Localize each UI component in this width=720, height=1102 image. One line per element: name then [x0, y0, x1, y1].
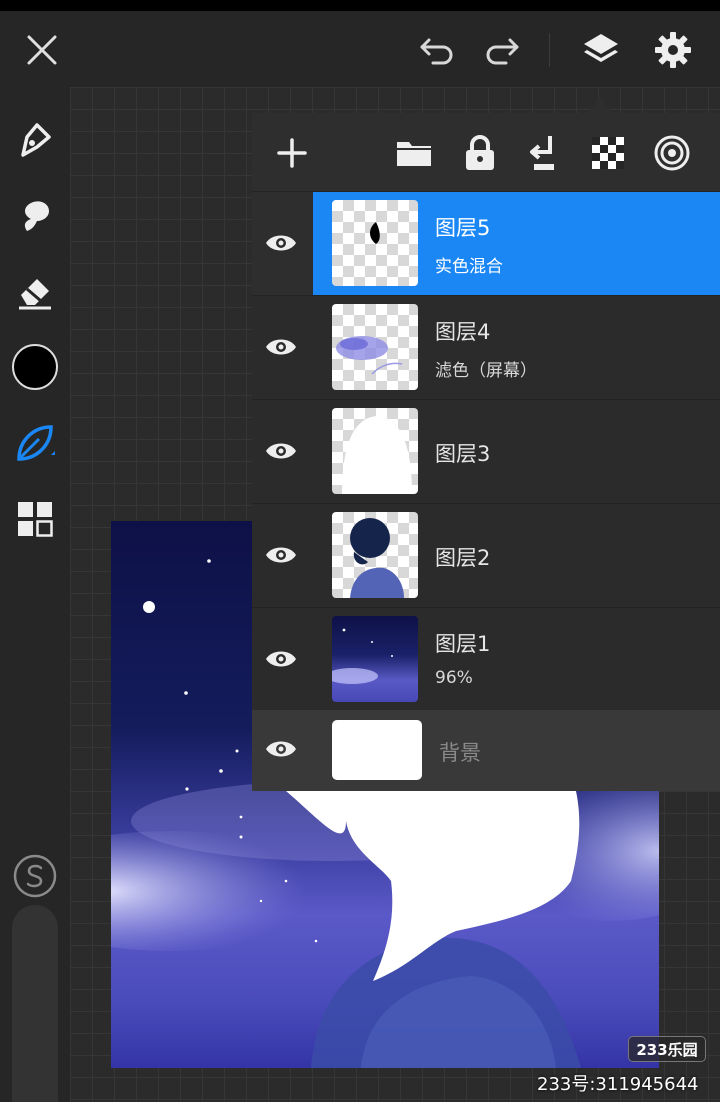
- s-icon[interactable]: [12, 853, 58, 899]
- layer-row-background[interactable]: 背景: [252, 710, 720, 791]
- top-bar: [0, 11, 720, 87]
- layer-name: 图层1: [435, 632, 491, 656]
- layer-name: 背景: [439, 741, 481, 765]
- gear-icon[interactable]: [652, 29, 694, 71]
- toolbar-divider: [549, 33, 550, 67]
- layer-name: 图层3: [435, 442, 491, 466]
- watermark-badge: 233乐园: [628, 1036, 706, 1062]
- layer-row-1[interactable]: 图层1 96%: [252, 607, 720, 711]
- pen-icon[interactable]: [12, 116, 58, 162]
- layer-opacity: 96%: [435, 668, 473, 688]
- layer-row-4[interactable]: 图层4 滤色（屏幕）: [252, 295, 720, 399]
- eye-icon[interactable]: [264, 228, 298, 258]
- lock-icon[interactable]: [458, 131, 502, 175]
- eye-icon[interactable]: [264, 332, 298, 362]
- watermark-id: 233号:311945644: [537, 1074, 699, 1095]
- smudge-icon[interactable]: [12, 192, 58, 238]
- layer-name: 图层5: [435, 216, 491, 240]
- leaf-brush-icon[interactable]: [12, 420, 58, 466]
- undo-icon[interactable]: [416, 29, 458, 71]
- background-thumbnail: [332, 720, 422, 780]
- layer-row-2[interactable]: 图层2: [252, 503, 720, 607]
- panel-pointer: [588, 97, 612, 113]
- eye-icon[interactable]: [264, 540, 298, 570]
- layer-row-5[interactable]: 图层5 实色混合: [252, 191, 720, 295]
- eye-icon[interactable]: [264, 644, 298, 674]
- add-icon[interactable]: [270, 131, 314, 175]
- layer-thumbnail: [332, 408, 418, 494]
- layer-thumbnail: [332, 200, 418, 286]
- redo-icon[interactable]: [481, 29, 523, 71]
- color-swatch[interactable]: [12, 344, 58, 390]
- layers-panel: 图层5 实色混合 图层4 滤色（屏幕） 图层3 图层2 图层1 96% 背景: [252, 113, 720, 791]
- status-bar: [0, 0, 720, 11]
- close-icon[interactable]: [21, 29, 63, 71]
- layer-thumbnail: [332, 512, 418, 598]
- checker-icon[interactable]: [586, 131, 630, 175]
- merge-down-icon[interactable]: [522, 131, 566, 175]
- eraser-icon[interactable]: [12, 268, 58, 314]
- current-color-circle: [12, 344, 58, 390]
- layer-row-3[interactable]: 图层3: [252, 399, 720, 503]
- layer-blend-mode: 实色混合: [435, 257, 503, 277]
- eye-icon[interactable]: [264, 436, 298, 466]
- layers-icon[interactable]: [580, 29, 622, 71]
- tool-sidebar: [0, 87, 70, 1102]
- layer-thumbnail: [332, 616, 418, 702]
- eye-icon[interactable]: [264, 734, 298, 764]
- layer-thumbnail: [332, 304, 418, 390]
- folder-icon[interactable]: [392, 131, 436, 175]
- brush-size-slider[interactable]: [12, 905, 58, 1102]
- layer-name: 图层2: [435, 546, 491, 570]
- grid-icon[interactable]: [12, 496, 58, 542]
- layer-blend-mode: 滤色（屏幕）: [435, 361, 537, 381]
- target-icon[interactable]: [650, 131, 694, 175]
- layer-name: 图层4: [435, 320, 491, 344]
